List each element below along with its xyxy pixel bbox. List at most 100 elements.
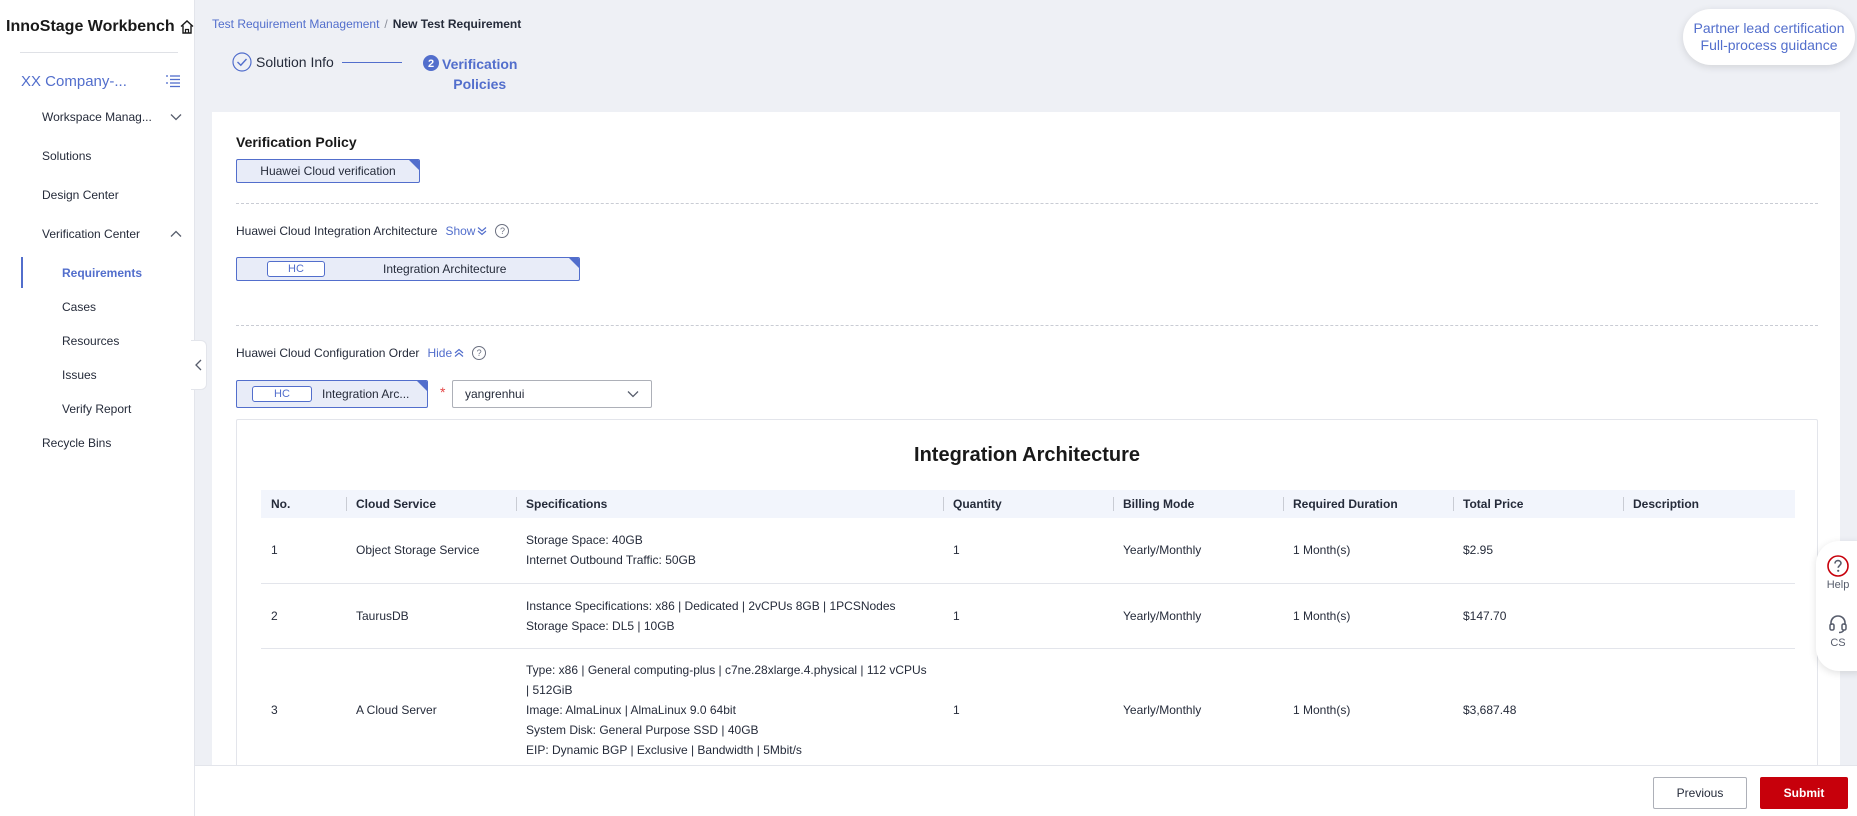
breadcrumb-parent-link[interactable]: Test Requirement Management (212, 17, 379, 31)
app-brand[interactable]: InnoStage Workbench (6, 16, 195, 38)
cell-duration: 1 Month(s) (1283, 583, 1453, 649)
integration-arch-row: Huawei Cloud Integration Architecture Sh… (236, 224, 510, 238)
cell-service: Object Storage Service (346, 518, 516, 584)
app-title: InnoStage Workbench (6, 18, 175, 35)
company-switcher[interactable]: XX Company-... (21, 71, 181, 91)
sidebar: InnoStage Workbench XX Company-... Works… (0, 0, 195, 816)
sidebar-item-resources[interactable]: Resources (62, 330, 182, 352)
owner-select[interactable]: yangrenhui (452, 380, 652, 408)
submit-button[interactable]: Submit (1760, 777, 1848, 809)
col-header-cloud-service: Cloud Service (346, 490, 516, 518)
headset-icon (1829, 615, 1847, 634)
breadcrumb-current: New Test Requirement (392, 17, 522, 31)
step-solution-info[interactable]: Solution Info (232, 52, 334, 72)
help-button[interactable]: Help (1816, 555, 1857, 591)
show-toggle[interactable]: Show (445, 224, 487, 238)
sidebar-item-verify-report[interactable]: Verify Report (62, 398, 182, 420)
cell-service: A Cloud Server (346, 648, 516, 773)
hide-toggle-label: Hide (427, 346, 453, 360)
required-mark: * (440, 384, 446, 400)
cell-billing: Yearly/Monthly (1113, 583, 1283, 649)
step-label-line2: Policies (453, 76, 507, 92)
cell-quantity: 1 (943, 518, 1113, 584)
breadcrumb: Test Requirement Management / New Test Req… (212, 17, 521, 31)
cs-button[interactable]: CS (1816, 613, 1857, 649)
cell-duration: 1 Month(s) (1283, 648, 1453, 773)
step-label-line1: Verification (442, 56, 518, 72)
col-header-required-duration: Required Duration (1283, 490, 1453, 518)
step-verification-policies[interactable]: Verification Policies (442, 54, 517, 94)
table-row: 2 TaurusDB Instance Specifications: x86 … (261, 583, 1795, 649)
cell-duration: 1 Month(s) (1283, 518, 1453, 584)
spec-line: System Disk: General Purpose SSD | 40GB (526, 723, 759, 737)
integration-arch-tag[interactable]: HC Integration Architecture (236, 257, 580, 281)
breadcrumb-separator: / (384, 17, 388, 31)
sidebar-item-label: Requirements (62, 266, 143, 280)
step-connector (342, 62, 402, 63)
sidebar-item-verification-center[interactable]: Verification Center (42, 223, 182, 245)
previous-button[interactable]: Previous (1653, 777, 1747, 809)
arch-title: Integration Architecture (914, 444, 1140, 466)
cell-service: TaurusDB (346, 583, 516, 649)
spec-line: Type: x86 | General computing-plus | c7n… (526, 663, 927, 677)
sidebar-item-workspace-management[interactable]: Workspace Manag... (42, 106, 182, 128)
check-circle-icon (232, 52, 252, 72)
active-indicator (21, 257, 23, 288)
home-icon[interactable] (179, 19, 195, 35)
chevron-left-icon (195, 359, 202, 371)
config-arch-name: Integration Arc... (322, 387, 410, 401)
owner-select-value: yangrenhui (465, 387, 525, 401)
sidebar-item-requirements[interactable]: Requirements (62, 262, 182, 284)
step-label: Solution Info (256, 54, 334, 70)
table-row: 3 A Cloud Server Type: x86 | General com… (261, 648, 1795, 773)
sidebar-item-cases[interactable]: Cases (62, 296, 182, 318)
company-name: XX Company-... (21, 72, 127, 90)
cell-price: $147.70 (1453, 583, 1623, 649)
hc-chip: HC (252, 386, 312, 402)
sidebar-item-label: Design Center (42, 188, 119, 202)
col-header-description: Description (1623, 490, 1795, 518)
form-footer: Previous Submit (195, 765, 1857, 816)
sidebar-item-label: Verify Report (62, 402, 132, 416)
col-header-total-price: Total Price (1453, 490, 1623, 518)
cell-billing: Yearly/Monthly (1113, 648, 1283, 773)
sidebar-item-label: Verification Center (42, 227, 141, 241)
sidebar-item-recycle-bins[interactable]: Recycle Bins (42, 432, 182, 454)
sidebar-item-issues[interactable]: Issues (62, 364, 182, 386)
show-toggle-label: Show (445, 224, 476, 238)
partner-line2: Full-process guidance (1700, 37, 1838, 53)
spec-line: Storage Space: 40GB (526, 533, 643, 548)
cell-description (1623, 583, 1795, 649)
selected-corner-icon (409, 160, 419, 170)
sidebar-collapse-handle[interactable] (191, 340, 207, 390)
config-arch-tag[interactable]: HC Integration Arc... (236, 380, 428, 408)
list-icon[interactable] (165, 74, 181, 88)
spec-line: Image: AlmaLinux | AlmaLinux 9.0 64bit (526, 703, 736, 717)
help-label: Help (1826, 579, 1850, 591)
double-chevron-up-icon (454, 348, 464, 357)
hide-toggle[interactable]: Hide (427, 346, 464, 360)
step-progress: Solution Info 2 Verification Policies (232, 52, 552, 96)
integration-arch-label: Huawei Cloud Integration Architecture (236, 224, 438, 238)
partner-guidance-bubble[interactable]: Partner lead certification Full-process … (1683, 9, 1855, 65)
cs-label: CS (1830, 637, 1846, 649)
cell-description (1623, 518, 1795, 584)
cell-quantity: 1 (943, 583, 1113, 649)
brand-divider (20, 52, 178, 53)
step-number: 2 (428, 58, 434, 70)
section-divider (236, 325, 1818, 326)
cell-quantity: 1 (943, 648, 1113, 773)
question-circle-icon[interactable]: ? (472, 346, 487, 360)
policy-tag-huawei-cloud[interactable]: Huawei Cloud verification (236, 159, 420, 183)
col-header-specifications: Specifications (516, 490, 943, 518)
spec-line: | 512GiB (526, 683, 573, 697)
section-title: Verification Policy (236, 134, 357, 150)
question-circle-icon[interactable]: ? (495, 224, 510, 238)
sidebar-item-solutions[interactable]: Solutions (42, 145, 182, 167)
arch-spec-table: No. Cloud Service Specifications Quantit… (261, 490, 1795, 773)
sidebar-item-label: Cases (62, 300, 97, 314)
sidebar-item-label: Recycle Bins (42, 436, 112, 450)
cell-specs: Instance Specifications: x86 | Dedicated… (516, 583, 943, 649)
sidebar-item-design-center[interactable]: Design Center (42, 184, 182, 206)
step-number-icon: 2 (423, 55, 439, 71)
